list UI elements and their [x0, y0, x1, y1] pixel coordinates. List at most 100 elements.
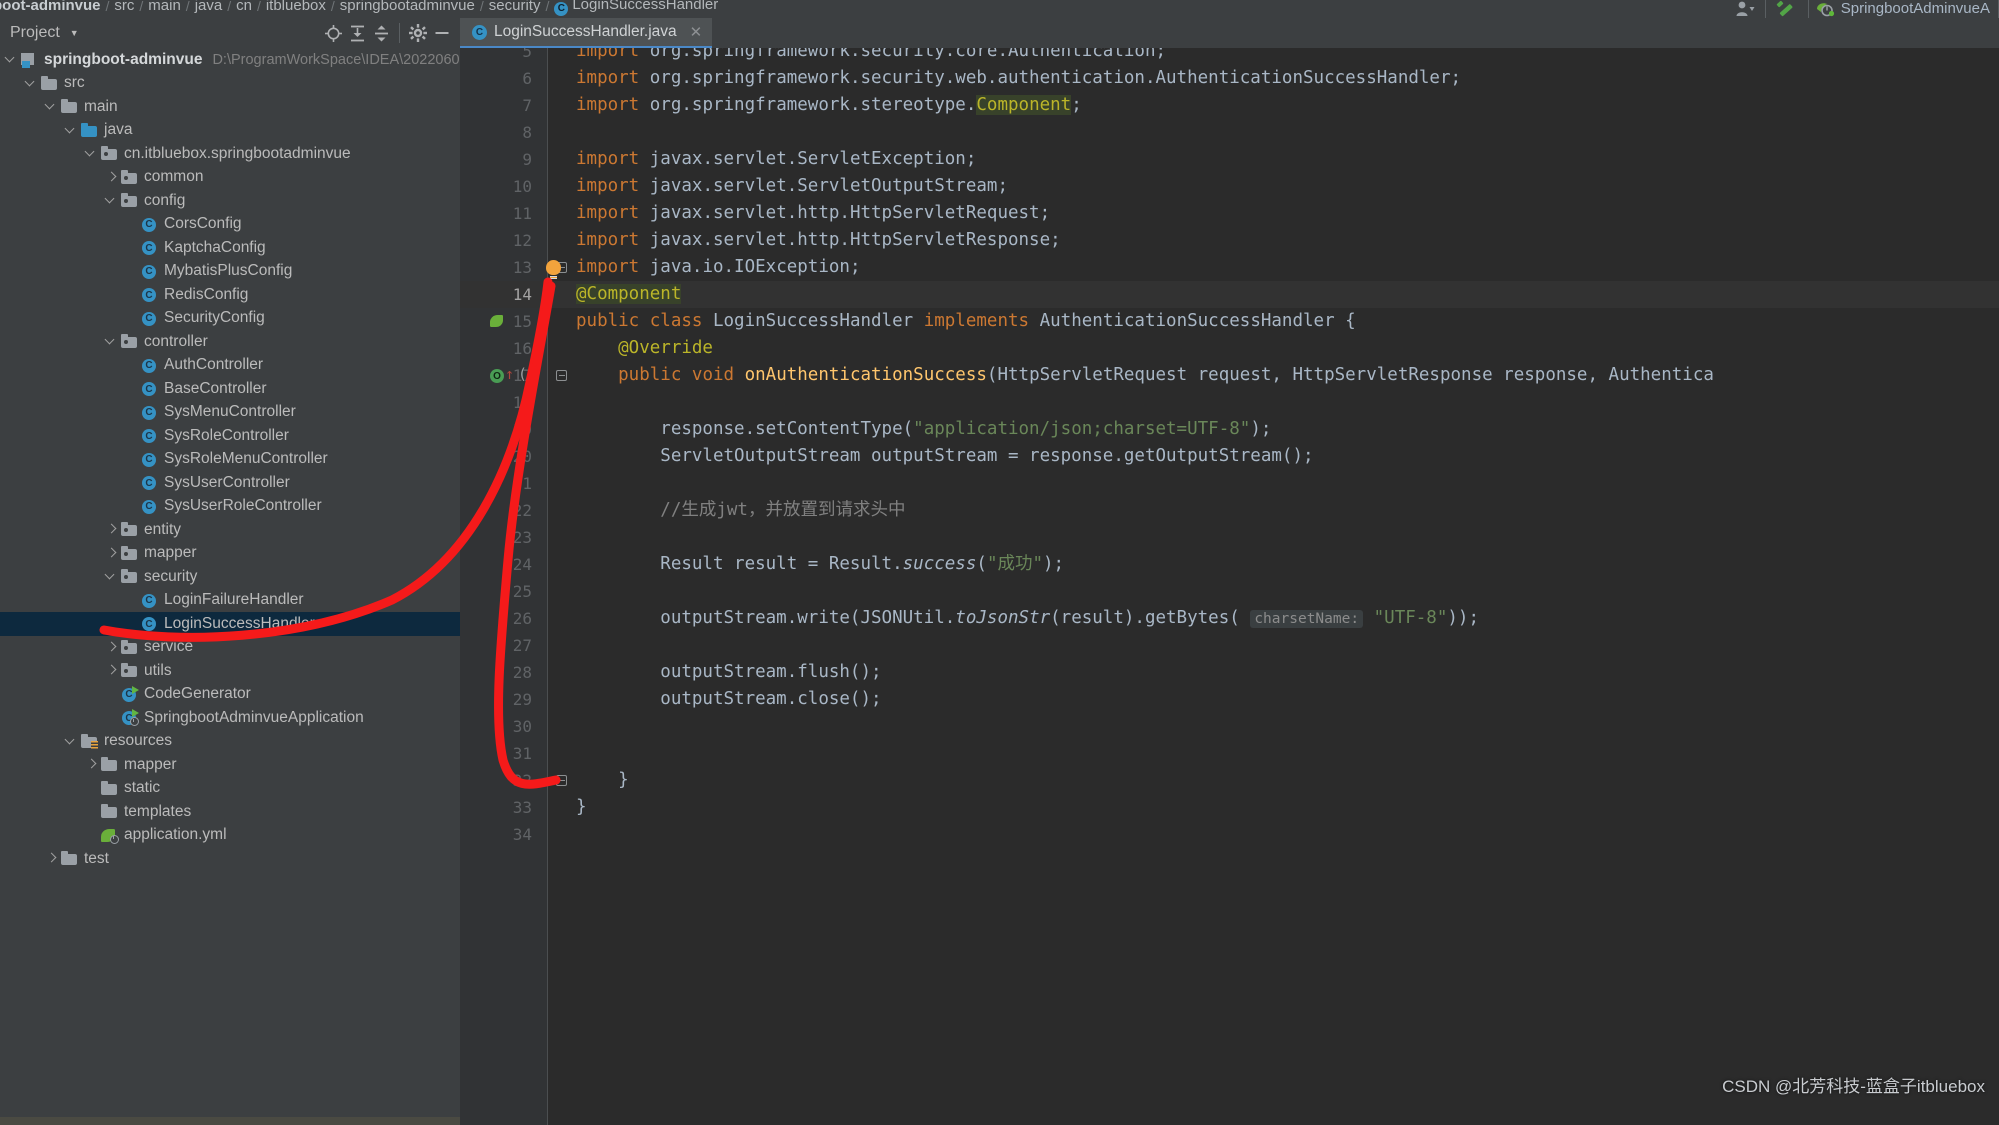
code-text[interactable]: import javax.servlet.ServletException;	[576, 146, 976, 173]
close-icon[interactable]: ✕	[690, 23, 703, 41]
chevron-right-icon[interactable]	[106, 548, 117, 559]
line-number[interactable]: 29	[460, 686, 532, 713]
tree-item[interactable]: CSysUserRoleController	[0, 495, 460, 519]
line-number[interactable]: 13	[460, 254, 532, 281]
tree-item[interactable]: static	[0, 777, 460, 801]
tab-login-success-handler[interactable]: C LoginSuccessHandler.java ✕	[460, 18, 712, 48]
chevron-down-icon[interactable]	[106, 195, 117, 206]
tree-item-selected[interactable]: CLoginSuccessHandler	[0, 612, 460, 636]
chevron-right-icon[interactable]	[106, 172, 117, 183]
tree-item[interactable]: CKaptchaConfig	[0, 236, 460, 260]
line-number[interactable]: 30	[460, 713, 532, 740]
code-text[interactable]: outputStream.close();	[576, 686, 882, 713]
code-text[interactable]: import org.springframework.security.web.…	[576, 65, 1461, 92]
tree-item[interactable]: test	[0, 847, 460, 871]
tree-item[interactable]: CMybatisPlusConfig	[0, 260, 460, 284]
tree-item[interactable]: CSysRoleController	[0, 424, 460, 448]
tree-item[interactable]: service	[0, 636, 460, 660]
tree-item[interactable]: CBaseController	[0, 377, 460, 401]
line-number[interactable]: 10	[460, 173, 532, 200]
tree-item[interactable]: main	[0, 95, 460, 119]
breadcrumb-item-src[interactable]: src	[109, 0, 139, 15]
tree-item[interactable]: utils	[0, 659, 460, 683]
chevron-right-icon[interactable]	[106, 524, 117, 535]
code-text[interactable]: public void onAuthenticationSuccess(Http…	[576, 362, 1714, 389]
tree-item[interactable]: templates	[0, 800, 460, 824]
line-number[interactable]: 23	[460, 524, 532, 551]
tree-item[interactable]: CRedisConfig	[0, 283, 460, 307]
locate-file-icon[interactable]	[321, 21, 345, 45]
breadcrumb-item-java[interactable]: java	[190, 0, 228, 15]
settings-gear-icon[interactable]	[406, 21, 430, 45]
code-text[interactable]: @Component	[576, 281, 681, 308]
chevron-down-icon[interactable]	[26, 78, 37, 89]
tree-item[interactable]: CSysMenuController	[0, 401, 460, 425]
tree-item[interactable]: CLoginFailureHandler	[0, 589, 460, 613]
chevron-down-icon[interactable]	[106, 571, 117, 582]
tree-item[interactable]: CCorsConfig	[0, 213, 460, 237]
chevron-down-icon[interactable]	[86, 148, 97, 159]
tree-item[interactable]: CSpringbootAdminvueApplication	[0, 706, 460, 730]
chevron-down-icon[interactable]	[46, 101, 57, 112]
breadcrumb-item-loginsuccesshandler[interactable]: CLoginSuccessHandler	[549, 0, 723, 16]
tree-item[interactable]: application.yml	[0, 824, 460, 848]
code-text[interactable]: //生成jwt，并放置到请求头中	[576, 497, 905, 524]
line-number[interactable]: 12	[460, 227, 532, 254]
line-number[interactable]: 28	[460, 659, 532, 686]
line-number[interactable]: 27	[460, 632, 532, 659]
chevron-down-icon[interactable]	[106, 336, 117, 347]
line-number[interactable]: 7	[460, 92, 532, 119]
breadcrumb-item-security[interactable]: security	[484, 0, 546, 15]
line-number[interactable]: 32	[460, 767, 532, 794]
code-text[interactable]: import java.io.IOException;	[576, 254, 860, 281]
run-configuration-selector[interactable]: SpringbootAdminvueA	[1808, 0, 1999, 18]
line-number[interactable]: 19	[460, 416, 532, 443]
line-number[interactable]: 14	[460, 281, 532, 308]
code-text[interactable]: public class LoginSuccessHandler impleme…	[576, 308, 1356, 335]
code-text[interactable]: import org.springframework.security.core…	[576, 48, 1166, 65]
tree-item[interactable]: CAuthController	[0, 354, 460, 378]
tree-item[interactable]: common	[0, 166, 460, 190]
breadcrumb-item-cn[interactable]: cn	[231, 0, 257, 15]
line-number[interactable]: 5	[460, 48, 532, 65]
line-number[interactable]: 11	[460, 200, 532, 227]
tree-item[interactable]: CSecurityConfig	[0, 307, 460, 331]
chevron-down-icon[interactable]	[6, 54, 17, 65]
line-number[interactable]: 9	[460, 146, 532, 173]
code-text[interactable]: }	[576, 794, 587, 821]
tree-item[interactable]: security	[0, 565, 460, 589]
tree-item[interactable]: controller	[0, 330, 460, 354]
code-text[interactable]: import javax.servlet.http.HttpServletRes…	[576, 227, 1061, 254]
tree-item[interactable]: config	[0, 189, 460, 213]
project-view-chevron-icon[interactable]: ▼	[70, 28, 79, 38]
chevron-down-icon[interactable]	[66, 125, 77, 136]
code-text[interactable]: import javax.servlet.ServletOutputStream…	[576, 173, 1008, 200]
line-number[interactable]: 22	[460, 497, 532, 524]
tree-item[interactable]: springboot-adminvueD:\ProgramWorkSpace\I…	[0, 48, 460, 72]
expand-all-icon[interactable]	[345, 21, 369, 45]
tree-item[interactable]: CSysRoleMenuController	[0, 448, 460, 472]
chevron-right-icon[interactable]	[86, 759, 97, 770]
tree-item[interactable]: java	[0, 119, 460, 143]
line-number[interactable]: 20	[460, 443, 532, 470]
line-number[interactable]: 21	[460, 470, 532, 497]
hide-panel-icon[interactable]	[430, 21, 454, 45]
line-number[interactable]: 34	[460, 821, 532, 848]
breadcrumb[interactable]: boot-adminvue/src/main/java/cn/itbluebox…	[0, 0, 1999, 18]
line-number[interactable]: 31	[460, 740, 532, 767]
line-number[interactable]: 8	[460, 119, 532, 146]
chevron-right-icon[interactable]	[106, 665, 117, 676]
line-number[interactable]: 26	[460, 605, 532, 632]
line-number[interactable]: 16	[460, 335, 532, 362]
account-button[interactable]	[1735, 0, 1755, 18]
tree-item[interactable]: mapper	[0, 542, 460, 566]
build-button[interactable]	[1776, 0, 1798, 18]
breadcrumb-item-springbootadminvue[interactable]: springbootadminvue	[335, 0, 480, 15]
intention-bulb-icon[interactable]	[546, 260, 561, 275]
tree-item[interactable]: CCodeGenerator	[0, 683, 460, 707]
code-editor[interactable]: O↑() 5import org.springframework.securit…	[460, 48, 1999, 1125]
tree-item[interactable]: entity	[0, 518, 460, 542]
line-number[interactable]: 15	[460, 308, 532, 335]
breadcrumb-item-boot-adminvue[interactable]: boot-adminvue	[0, 0, 106, 15]
code-text[interactable]: import javax.servlet.http.HttpServletReq…	[576, 200, 1050, 227]
